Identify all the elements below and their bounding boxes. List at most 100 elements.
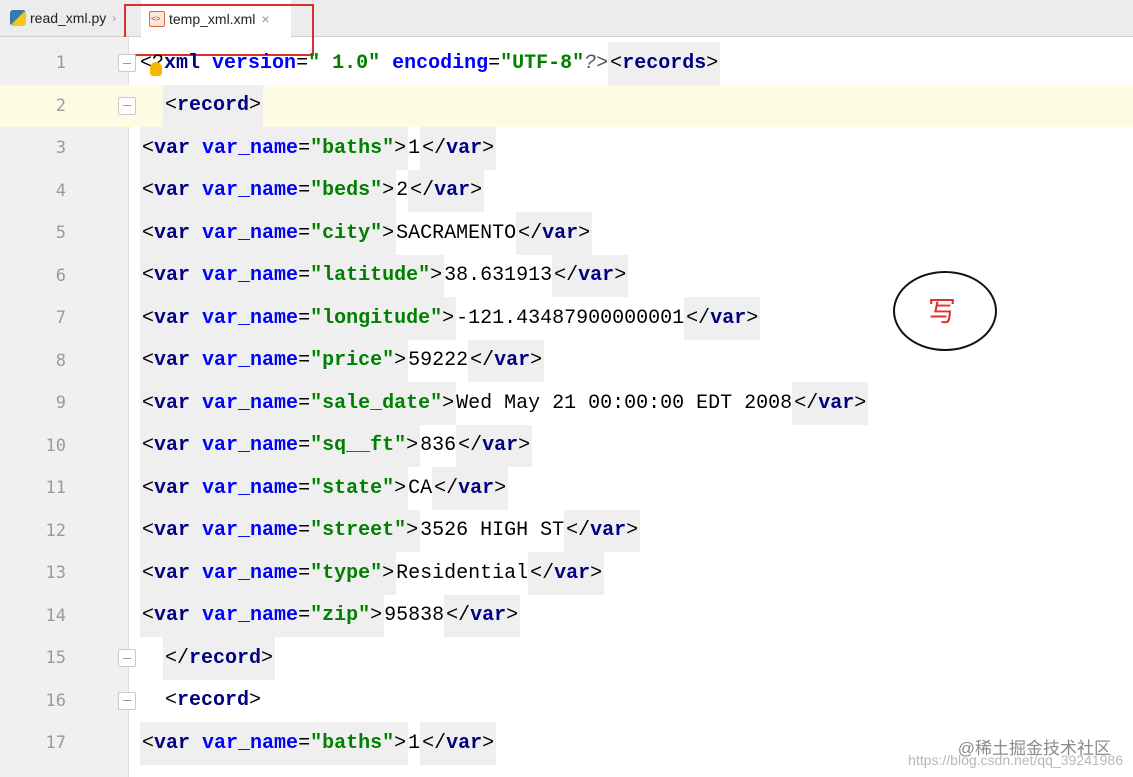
line-number: 7	[55, 308, 66, 328]
code-line[interactable]: 4 < var var_name = "beds" >2 </var >	[0, 169, 1133, 212]
tag-bracket: >	[394, 731, 407, 755]
tag-bracket: <	[142, 434, 155, 458]
tag-bracket: >	[406, 519, 419, 543]
line-number: 6	[55, 265, 66, 286]
code-line[interactable]: 12 < var var_name = "street" >3526 HIGH ST </v…	[0, 509, 1133, 552]
tag-bracket: >	[578, 221, 591, 245]
var-element: < var var_name = "price" >	[140, 339, 409, 382]
element-text: CA	[408, 476, 433, 500]
var-element: < var var_name = "sq__ft" >	[140, 424, 421, 467]
tag-bracket: <	[165, 689, 178, 713]
code-line[interactable]: 2 < record >	[0, 84, 1133, 127]
code-line[interactable]: 3 < var var_name = "baths" >1 </var >	[0, 127, 1133, 170]
tag-bracket: </	[554, 264, 579, 288]
var-element: < var var_name = "latitude" >	[140, 254, 445, 297]
element-text: 3526 HIGH ST	[420, 519, 565, 543]
record-open-tag: < record >	[163, 84, 264, 127]
code-line[interactable]: 9 < var var_name = "sale_date" > Wed May 21 00…	[0, 382, 1133, 425]
attribute-value: "zip"	[310, 604, 371, 628]
tag-name: var	[470, 604, 507, 628]
attribute-name: var_name	[202, 306, 299, 330]
code-line[interactable]: 13 < var var_name = "type" > Residential </var >	[0, 552, 1133, 595]
line-number: 10	[45, 435, 66, 456]
line-number: 2	[55, 95, 66, 116]
attribute-name: var_name	[202, 561, 299, 585]
var-close-tag: </var >	[792, 382, 869, 425]
tab-read-xml-py[interactable]: read_xml.py ›	[10, 0, 132, 36]
fold-toggle-icon[interactable]	[118, 691, 136, 710]
equals: =	[298, 264, 311, 288]
equals: =	[298, 561, 311, 585]
var-element: < var var_name = "street" >	[140, 509, 421, 552]
attribute-value: "type"	[310, 561, 383, 585]
element-text: Residential	[396, 561, 529, 585]
code-content: < var var_name = "baths" >1 </var >	[140, 127, 497, 170]
fold-toggle-icon[interactable]	[118, 649, 136, 667]
var-close-tag: </var >	[516, 212, 593, 255]
tag-bracket: >	[494, 476, 507, 500]
tag-bracket: >	[530, 349, 543, 373]
tag-name: var	[458, 476, 495, 500]
code-line[interactable]: 16 < record >	[0, 680, 1133, 723]
record-close-tag: </record >	[163, 637, 276, 680]
element-text: 38.631913	[444, 264, 553, 288]
var-close-tag: </var >	[420, 722, 497, 765]
tag-bracket: >	[249, 689, 262, 713]
tag-bracket: <	[142, 731, 155, 755]
equals: =	[298, 306, 311, 330]
tag-bracket: <	[165, 94, 178, 118]
tag-bracket: <	[142, 221, 155, 245]
code-line[interactable]: 1<?xml version=" 1.0" encoding="UTF-8"?>…	[0, 42, 1133, 85]
code-line[interactable]: 10 < var var_name = "sq__ft" >836 </var >	[0, 424, 1133, 467]
tag-bracket: >	[370, 604, 383, 628]
attribute-name: var_name	[202, 136, 299, 160]
line-number: 13	[45, 563, 66, 583]
tag-bracket: >	[406, 434, 419, 458]
element-text: 1	[408, 136, 421, 160]
code-content: < var var_name = "sale_date" > Wed May 21 00:…	[140, 382, 869, 425]
intention-bulb-icon[interactable]	[150, 62, 162, 76]
attribute-value: "baths"	[310, 731, 395, 755]
tag-bracket: <	[142, 476, 155, 500]
var-element: < var var_name = "baths" >	[140, 722, 409, 765]
equals: =	[298, 391, 311, 415]
element-text: 2	[396, 179, 409, 203]
fold-toggle-icon[interactable]	[118, 54, 136, 72]
tag-bracket: >	[394, 349, 407, 373]
tag-name: var	[154, 434, 191, 458]
fold-toggle-icon[interactable]	[118, 96, 136, 115]
element-text: 1	[408, 731, 421, 755]
line-number: 17	[45, 733, 66, 753]
tag-name: var	[542, 221, 579, 245]
var-element: < var var_name = "baths" >	[140, 127, 409, 170]
tag-name: var	[434, 179, 471, 203]
code-line[interactable]: 5 < var var_name = "city" > SACRAMENTO </var >	[0, 212, 1133, 255]
var-element: < var var_name = "state" >	[140, 467, 409, 510]
tag-name: var	[154, 519, 191, 543]
code-line[interactable]: 14 < var var_name = "zip" >95838 </var >	[0, 594, 1133, 637]
attribute-value: "state"	[310, 476, 395, 500]
element-text: SACRAMENTO	[396, 221, 517, 245]
tag-bracket: >	[482, 731, 495, 755]
tag-bracket: </	[165, 646, 190, 670]
equals: =	[298, 221, 311, 245]
code-line[interactable]: 15 </record >	[0, 637, 1133, 680]
tag-name: var	[446, 731, 483, 755]
element-text: 836	[420, 434, 457, 458]
line-number: 11	[45, 478, 66, 498]
attribute-value: "latitude"	[310, 264, 431, 288]
tag-name: var	[710, 306, 747, 330]
var-element: < var var_name = "city" >	[140, 212, 397, 255]
tag-name: record	[177, 689, 250, 713]
code-content: < var var_name = "city" > SACRAMENTO </var >	[140, 212, 593, 255]
tag-bracket: >	[382, 561, 395, 585]
code-line[interactable]: 11 < var var_name = "state" > CA </var >	[0, 467, 1133, 510]
line-number: 16	[45, 690, 66, 711]
tag-bracket: </	[518, 221, 543, 245]
equals: =	[298, 349, 311, 373]
